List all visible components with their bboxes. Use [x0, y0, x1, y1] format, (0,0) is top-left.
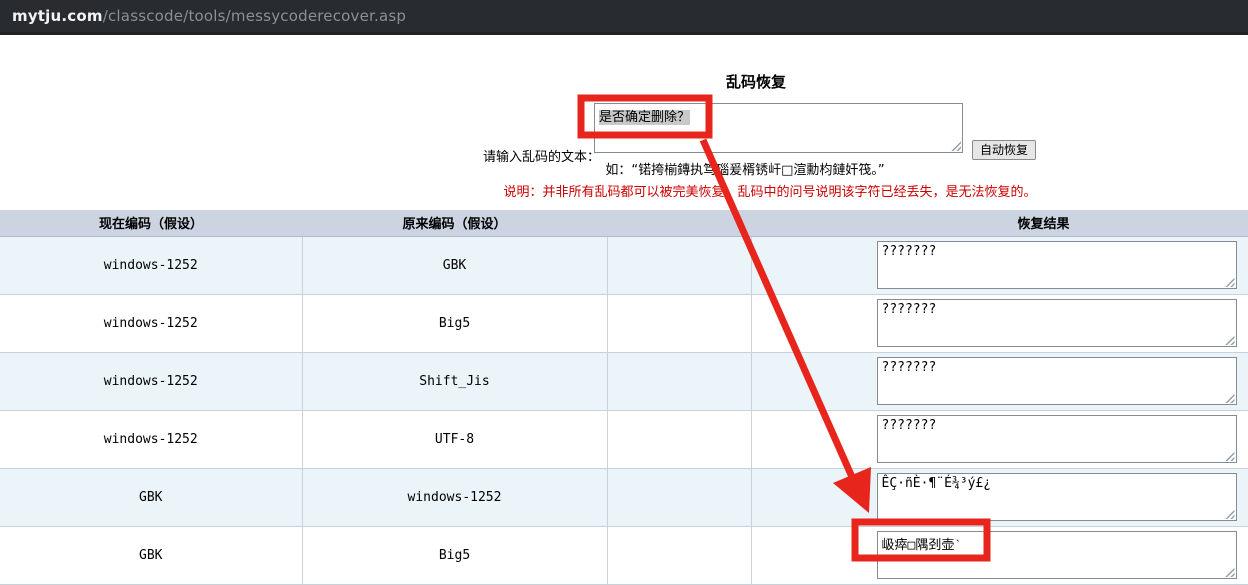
messy-text-input[interactable]: 是否确定删除？: [594, 103, 963, 153]
result-textarea[interactable]: ÊÇ·ñÈ·¶¨É¾³ý£¿: [877, 473, 1237, 521]
selected-input-text: 是否确定删除？: [599, 110, 690, 125]
original-encoding-cell: UTF-8: [302, 410, 607, 468]
resize-handle-icon[interactable]: [1224, 334, 1235, 345]
table-row: windows-1252 Shift_Jis ???????: [0, 352, 1248, 410]
results-table: 现在编码（假设） 原来编码（假设） 恢复结果 windows-1252 GBK …: [0, 210, 1248, 585]
current-encoding-cell: GBK: [0, 526, 302, 584]
table-row: GBK windows-1252 ÊÇ·ñÈ·¶¨É¾³ý£¿: [0, 468, 1248, 526]
result-cell: ???????: [751, 294, 1248, 352]
note-text: 说明：并非所有乱码都可以被完美恢复，乱码中的问号说明该字符已经丢失，是无法恢复的…: [390, 181, 1150, 200]
result-text: ???????: [882, 244, 937, 259]
auto-recover-button[interactable]: 自动恢复: [972, 140, 1036, 160]
url-path: /classcode/tools/messycoderecover.asp: [103, 7, 406, 25]
spacer-cell: [607, 294, 751, 352]
url-domain: mytju.com: [12, 7, 103, 25]
resize-handle-icon[interactable]: [1224, 566, 1235, 577]
browser-address-bar[interactable]: mytju.com/classcode/tools/messycoderecov…: [0, 0, 1248, 35]
result-textarea[interactable]: 岋瘁□隅刭壶ˋ: [877, 531, 1237, 579]
current-encoding-cell: windows-1252: [0, 410, 302, 468]
result-text: ???????: [882, 302, 937, 317]
current-encoding-cell: windows-1252: [0, 236, 302, 294]
result-cell: ÊÇ·ñÈ·¶¨É¾³ý£¿: [751, 468, 1248, 526]
current-encoding-cell: windows-1252: [0, 294, 302, 352]
spacer-cell: [607, 468, 751, 526]
result-cell: ???????: [751, 352, 1248, 410]
table-header-row: 现在编码（假设） 原来编码（假设） 恢复结果: [0, 210, 1248, 236]
header-original-encoding: 原来编码（假设）: [302, 210, 607, 236]
result-cell: ???????: [751, 410, 1248, 468]
original-encoding-cell: Big5: [302, 526, 607, 584]
current-encoding-cell: windows-1252: [0, 352, 302, 410]
table-row: windows-1252 Big5 ???????: [0, 294, 1248, 352]
header-current-encoding: 现在编码（假设）: [0, 210, 302, 236]
header-spacer: [607, 210, 751, 236]
header-result: 恢复结果: [751, 210, 1248, 236]
example-text: 如：“锘挎椾鏄执笃瑙爰楈锈屽□渲勳枃鏈奸筏。”: [500, 159, 990, 178]
original-encoding-cell: Big5: [302, 294, 607, 352]
resize-handle-icon[interactable]: [1224, 450, 1235, 461]
result-text: ???????: [882, 360, 937, 375]
original-encoding-cell: Shift_Jis: [302, 352, 607, 410]
resize-handle-icon[interactable]: [1224, 276, 1235, 287]
table-row: windows-1252 UTF-8 ???????: [0, 410, 1248, 468]
result-text: 岋瘁□隅刭壶ˋ: [882, 538, 963, 553]
current-encoding-cell: GBK: [0, 468, 302, 526]
original-encoding-cell: GBK: [302, 236, 607, 294]
resize-handle-icon[interactable]: [950, 140, 961, 151]
page-title: 乱码恢复: [656, 71, 856, 92]
spacer-cell: [607, 236, 751, 294]
result-textarea[interactable]: ???????: [877, 415, 1237, 463]
table-row: GBK Big5 岋瘁□隅刭壶ˋ: [0, 526, 1248, 584]
result-textarea[interactable]: ???????: [877, 357, 1237, 405]
original-encoding-cell: windows-1252: [302, 468, 607, 526]
result-textarea[interactable]: ???????: [877, 241, 1237, 289]
resize-handle-icon[interactable]: [1224, 508, 1235, 519]
resize-handle-icon[interactable]: [1224, 392, 1235, 403]
url-text[interactable]: mytju.com/classcode/tools/messycoderecov…: [12, 7, 406, 25]
table-row: windows-1252 GBK ???????: [0, 236, 1248, 294]
spacer-cell: [607, 352, 751, 410]
result-cell: ???????: [751, 236, 1248, 294]
result-cell: 岋瘁□隅刭壶ˋ: [751, 526, 1248, 584]
result-textarea[interactable]: ???????: [877, 299, 1237, 347]
spacer-cell: [607, 526, 751, 584]
result-text: ÊÇ·ñÈ·¶¨É¾³ý£¿: [882, 476, 992, 491]
result-text: ???????: [882, 418, 937, 433]
spacer-cell: [607, 410, 751, 468]
